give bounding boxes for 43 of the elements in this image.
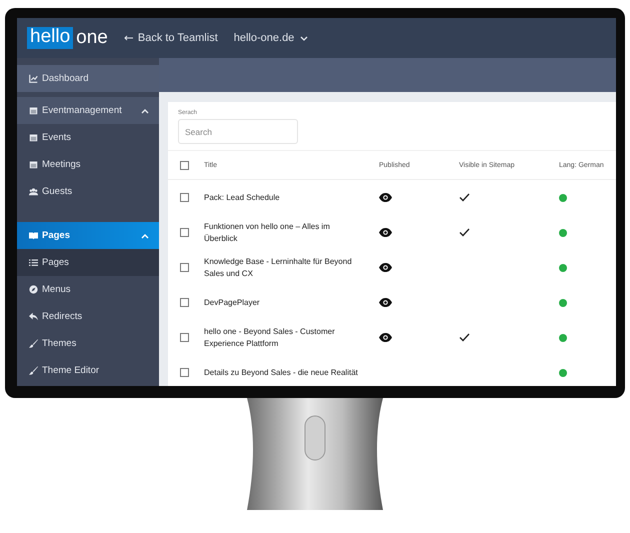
nav-item[interactable]: Dashboard: [17, 65, 159, 92]
compass-icon: [29, 285, 38, 294]
brush-icon: [29, 366, 38, 375]
nav-group[interactable]: Eventmanagement: [17, 97, 159, 124]
checkbox[interactable]: [180, 333, 189, 342]
list-icon: [29, 258, 38, 267]
nav-group[interactable]: Pages: [17, 222, 159, 249]
site-dropdown[interactable]: hello-one.de: [234, 32, 308, 44]
page-title: Pack: Lead Schedule: [204, 192, 281, 204]
book-icon: [29, 231, 38, 240]
back-link[interactable]: Back to Teamlist: [124, 32, 218, 44]
nav-item[interactable]: Theme Editor: [17, 357, 159, 384]
checkbox[interactable]: [180, 193, 189, 202]
nav-item[interactable]: Meetings: [17, 151, 159, 178]
brush-icon: [29, 339, 38, 348]
users-icon: [29, 187, 38, 196]
page-title: Details zu Beyond Sales - die neue Realität: [204, 366, 359, 378]
checkbox[interactable]: [180, 368, 189, 377]
nav-item[interactable]: Guests: [17, 178, 159, 205]
logo-text: one: [76, 28, 108, 48]
nav-item[interactable]: Events: [17, 124, 159, 151]
calendar-icon: [29, 106, 38, 115]
page-title: hello one - Beyond Sales - Customer Experience Plattform: [204, 326, 336, 350]
chevron-down-icon: [300, 36, 308, 40]
nav-item[interactable]: Pages: [17, 249, 159, 276]
chart-icon: [29, 74, 38, 83]
chevron-icon[interactable]: [141, 108, 149, 114]
search-field[interactable]: Search: [178, 119, 298, 144]
logo-text: hello: [27, 27, 74, 49]
checkbox[interactable]: [180, 263, 189, 272]
calendar-icon: [29, 133, 38, 142]
nav-item[interactable]: Themes: [17, 330, 159, 357]
checkbox[interactable]: [180, 298, 189, 307]
nav-item[interactable]: Menus: [17, 276, 159, 303]
page-title: Knowledge Base - Lerninhalte für Beyond Sales und CX: [204, 256, 353, 280]
checkbox[interactable]: [180, 228, 189, 237]
reply-icon: [29, 312, 38, 321]
page-title: Funktionen von hello one – Alles im Überblick: [204, 220, 331, 244]
checkbox[interactable]: [180, 160, 189, 170]
nav-item[interactable]: Redirects: [17, 303, 159, 330]
page-title: DevPagePlayer: [204, 296, 261, 308]
arrow-left-icon: [124, 35, 133, 41]
calendar-icon: [29, 160, 38, 169]
